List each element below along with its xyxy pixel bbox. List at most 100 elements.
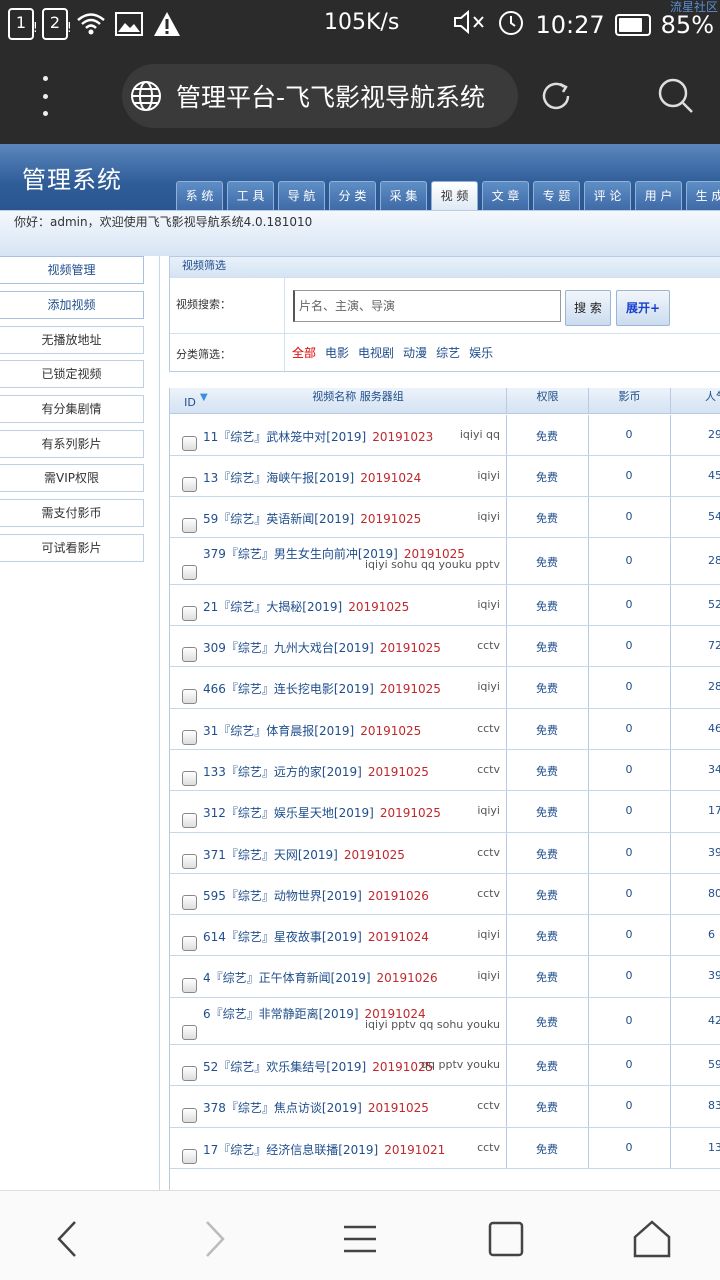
row-checkbox[interactable] [182,606,197,621]
row-checkbox[interactable] [182,978,197,993]
row-checkbox[interactable] [182,518,197,533]
video-title-link[interactable]: 133『综艺』远方的家[2019] [203,765,362,779]
row-checkbox[interactable] [182,854,197,869]
admin-header: 管理系统 系 统工 具导 航分 类采 集视 频文 章专 题评 论用 户生 成 [0,144,720,210]
video-date: 20191025 [348,599,410,614]
server-group: cctv [477,638,500,652]
category-link[interactable]: 动漫 [403,344,427,361]
page-title: 管理平台-飞飞影视导航系统 [176,83,486,112]
video-title-link[interactable]: 17『综艺』经济信息联播[2019] [203,1143,378,1157]
tabs-icon[interactable] [476,1209,536,1269]
home-icon[interactable] [622,1209,682,1269]
nav-tab[interactable]: 系 统 [176,181,223,210]
server-group: cctv [477,721,500,735]
category-link[interactable]: 综艺 [436,344,460,361]
video-name: 4『综艺』正午体育新闻[2019] 20191026 [203,969,438,986]
video-title-link[interactable]: 595『综艺』动物世界[2019] [203,889,362,903]
expand-button[interactable]: 展开+ [616,290,670,326]
video-title-link[interactable]: 59『综艺』英语新闻[2019] [203,512,354,526]
row-checkbox[interactable] [182,565,197,580]
row-checkbox[interactable] [182,1149,197,1164]
nav-tab[interactable]: 文 章 [482,181,529,210]
sidebar-item[interactable]: 有分集剧情 [0,395,144,423]
sidebar-item[interactable]: 视频管理 [0,256,144,284]
popularity-cell: 80 [708,886,720,900]
row-checkbox[interactable] [182,477,197,492]
row-checkbox[interactable] [182,647,197,662]
nav-tab[interactable]: 生 成 [686,181,720,210]
row-checkbox[interactable] [182,1066,197,1081]
menu-dots-icon[interactable] [30,76,60,116]
nav-tab[interactable]: 评 论 [584,181,631,210]
sidebar-item[interactable]: 添加视频 [0,291,144,319]
row-checkbox[interactable] [182,771,197,786]
reload-icon[interactable] [538,78,574,118]
video-title-link[interactable]: 4『综艺』正午体育新闻[2019] [203,971,371,985]
warning-icon [152,9,182,39]
coins-cell: 0 [625,804,633,817]
row-checkbox[interactable] [182,436,197,451]
video-title-link[interactable]: 371『综艺』天网[2019] [203,848,338,862]
nav-tab[interactable]: 采 集 [380,181,427,210]
image-icon [114,9,144,39]
back-icon[interactable] [38,1209,98,1269]
video-title-link[interactable]: 466『综艺』连长挖电影[2019] [203,682,374,696]
server-group: cctv [477,886,500,900]
address-bar[interactable]: 管理平台-飞飞影视导航系统 [122,64,518,128]
video-title-link[interactable]: 52『综艺』欢乐集结号[2019] [203,1060,366,1074]
search-icon[interactable] [656,76,696,120]
coins-cell: 0 [625,969,633,982]
sort-arrow-icon[interactable]: ▼ [200,389,208,407]
nav-tab[interactable]: 工 具 [227,181,274,210]
row-checkbox[interactable] [182,689,197,704]
search-input[interactable]: 片名、主演、导演 [293,290,561,322]
sidebar-item[interactable]: 已锁定视频 [0,360,144,388]
battery-percent: 85% [660,11,714,39]
row-checkbox[interactable] [182,895,197,910]
popularity-cell: 39 [708,845,720,859]
permission-cell: 免费 [536,682,558,695]
sidebar-item[interactable]: 有系列影片 [0,430,144,458]
video-title-link[interactable]: 309『综艺』九州大戏台[2019] [203,641,374,655]
category-link[interactable]: 电视剧 [358,344,394,361]
row-checkbox[interactable] [182,1108,197,1123]
coins-cell: 0 [625,553,633,567]
category-link[interactable]: 娱乐 [469,344,493,361]
video-title-link[interactable]: 6『综艺』非常静距离[2019] [203,1007,359,1021]
header-id[interactable]: ID ▼ [170,388,210,414]
video-title-link[interactable]: 378『综艺』焦点访谈[2019] [203,1101,362,1115]
sidebar-item[interactable]: 可试看影片 [0,534,144,562]
permission-cell: 免费 [536,511,558,525]
permission-cell: 免费 [536,555,558,569]
category-link[interactable]: 电影 [325,344,349,361]
nav-tab[interactable]: 专 题 [533,181,580,210]
nav-tab[interactable]: 视 频 [431,181,478,210]
video-title-link[interactable]: 21『综艺』大揭秘[2019] [203,600,342,614]
row-checkbox[interactable] [182,730,197,745]
popularity-cell: 6 [708,927,715,941]
permission-cell: 免费 [536,723,558,737]
video-title-link[interactable]: 13『综艺』海峡午报[2019] [203,471,354,485]
forward-icon[interactable] [184,1209,244,1269]
sidebar-item[interactable]: 需VIP权限 [0,464,144,492]
status-bar: 1 2 105K/s 10:27 85% 流星社区 [0,0,720,48]
row-checkbox[interactable] [182,1025,197,1040]
category-link[interactable]: 全部 [292,344,316,361]
category-row: 分类筛选： 全部 电影 电视剧 动漫 综艺 娱乐 [170,333,720,373]
nav-tab[interactable]: 导 航 [278,181,325,210]
video-title-link[interactable]: 31『综艺』体育晨报[2019] [203,724,354,738]
row-checkbox[interactable] [182,936,197,951]
video-title-link[interactable]: 614『综艺』星夜故事[2019] [203,930,362,944]
table-row: 614『综艺』星夜故事[2019] 20191024 iqiyi 免费 0 6 [170,915,720,956]
video-title-link[interactable]: 312『综艺』娱乐星天地[2019] [203,806,374,820]
sidebar-item[interactable]: 无播放地址 [0,326,144,354]
sidebar-item[interactable]: 需支付影币 [0,499,144,527]
menu-icon[interactable] [330,1209,390,1269]
search-button[interactable]: 搜 索 [565,290,611,326]
video-table: ID▼ 视频名称 服务器组 权限 影币 人气 11『综艺』武林笼中对[2019]… [169,388,720,1190]
nav-tab[interactable]: 分 类 [329,181,376,210]
nav-tab[interactable]: 用 户 [635,181,682,210]
table-row: 309『综艺』九州大戏台[2019] 20191025 cctv 免费 0 72 [170,626,720,667]
row-checkbox[interactable] [182,813,197,828]
video-title-link[interactable]: 11『综艺』武林笼中对[2019] [203,430,366,444]
